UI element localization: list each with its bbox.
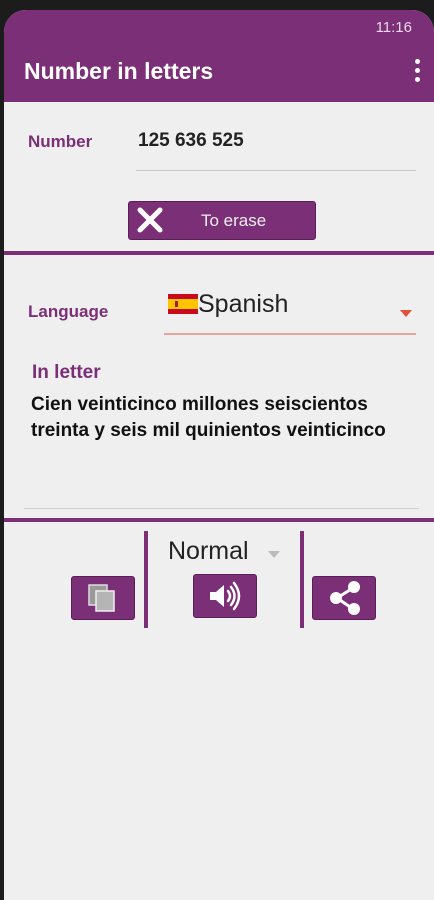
speaker-icon — [210, 581, 241, 611]
copy-button[interactable] — [71, 576, 135, 620]
language-select-underline — [164, 333, 416, 335]
status-time: 11:16 — [375, 19, 412, 36]
erase-button[interactable]: To erase — [128, 201, 316, 240]
app-title: Number in letters — [24, 58, 214, 84]
number-label: Number — [28, 132, 93, 151]
section-divider — [4, 518, 434, 522]
share-icon — [330, 581, 360, 615]
section-divider — [4, 251, 434, 255]
chevron-down-icon[interactable] — [400, 310, 412, 317]
language-select[interactable]: Spanish — [198, 290, 288, 319]
number-input-underline — [136, 170, 416, 171]
close-icon — [137, 207, 163, 233]
spain-flag-icon — [168, 294, 198, 314]
number-input[interactable]: 125 636 525 — [138, 130, 244, 152]
result-text: Cien veinticinco millones seiscientos tr… — [31, 394, 386, 441]
chevron-down-icon[interactable] — [268, 551, 280, 558]
copy-icon — [88, 584, 115, 612]
speech-speed-select[interactable]: Normal — [168, 537, 249, 566]
share-button[interactable] — [312, 576, 376, 620]
status-bar: 11:16 — [4, 10, 434, 42]
erase-button-label: To erase — [201, 211, 267, 230]
app-bar: Number in letters — [4, 42, 434, 102]
result-label: In letter — [32, 362, 101, 383]
vertical-divider — [144, 531, 148, 628]
app-screen: 11:16 Number in letters Number 125 636 5… — [4, 10, 434, 900]
more-vert-icon[interactable] — [412, 59, 422, 89]
vertical-divider — [300, 531, 304, 628]
language-label: Language — [28, 302, 109, 321]
speak-button[interactable] — [193, 574, 257, 618]
result-underline — [24, 508, 419, 509]
